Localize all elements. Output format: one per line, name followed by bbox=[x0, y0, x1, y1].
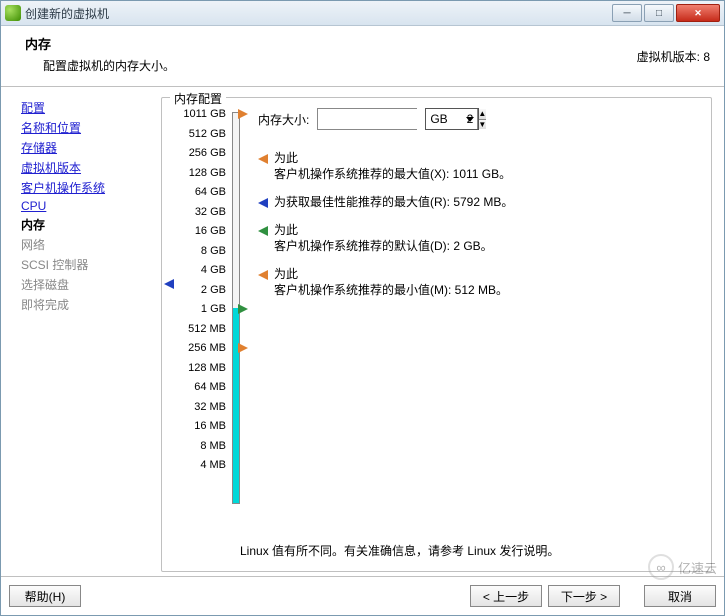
memory-config-panel: 1011 GB 512 GB 256 GB 128 GB 64 GB 32 GB… bbox=[161, 97, 712, 572]
step-config[interactable]: 配置 bbox=[21, 99, 161, 116]
rec-min: 为此 客户机操作系统推荐的最小值(M): 512 MB。 bbox=[258, 266, 699, 298]
button-bar: 帮助(H) < 上一步 下一步 > 取消 bbox=[1, 576, 724, 615]
page-description: 配置虚拟机的内存大小。 bbox=[25, 57, 175, 74]
step-cpu[interactable]: CPU bbox=[21, 199, 161, 213]
rec-max: 为此 客户机操作系统推荐的最大值(X): 1011 GB。 bbox=[258, 150, 699, 182]
step-finish: 即将完成 bbox=[21, 296, 161, 313]
rec-best: 为获取最佳性能推荐的最大值(R): 5792 MB。 bbox=[258, 194, 699, 210]
memory-unit-select[interactable]: GB bbox=[425, 108, 479, 130]
slider-fill bbox=[233, 308, 239, 503]
maximize-button[interactable]: □ bbox=[644, 4, 674, 22]
step-network: 网络 bbox=[21, 236, 161, 253]
memory-size-row: 内存大小: ▲ ▼ GB bbox=[258, 108, 699, 130]
marker-min-icon bbox=[238, 342, 248, 356]
next-button[interactable]: 下一步 > bbox=[548, 585, 620, 607]
step-disk: 选择磁盘 bbox=[21, 276, 161, 293]
cancel-button[interactable]: 取消 bbox=[644, 585, 716, 607]
triangle-blue-icon bbox=[258, 198, 268, 208]
close-button[interactable]: ✕ bbox=[676, 4, 720, 22]
linux-note: Linux 值有所不同。有关准确信息，请参考 Linux 发行说明。 bbox=[240, 542, 559, 559]
help-button[interactable]: 帮助(H) bbox=[9, 585, 81, 607]
step-vm-version[interactable]: 虚拟机版本 bbox=[21, 159, 161, 176]
memory-size-label: 内存大小: bbox=[258, 111, 309, 128]
step-storage[interactable]: 存储器 bbox=[21, 139, 161, 156]
rec-default: 为此 客户机操作系统推荐的默认值(D): 2 GB。 bbox=[258, 222, 699, 254]
step-guest-os[interactable]: 客户机操作系统 bbox=[21, 179, 161, 196]
marker-best-icon bbox=[164, 278, 174, 292]
slider-tick-labels: 1011 GB 512 GB 256 GB 128 GB 64 GB 32 GB… bbox=[183, 108, 226, 479]
step-scsi: SCSI 控制器 bbox=[21, 256, 161, 273]
memory-config-right: 内存大小: ▲ ▼ GB bbox=[246, 108, 699, 516]
wizard-window: 创建新的虚拟机 ─ □ ✕ 内存 配置虚拟机的内存大小。 虚拟机版本: 8 配置… bbox=[0, 0, 725, 616]
back-button[interactable]: < 上一步 bbox=[470, 585, 542, 607]
window-controls: ─ □ ✕ bbox=[612, 4, 720, 22]
step-name-location[interactable]: 名称和位置 bbox=[21, 119, 161, 136]
minimize-button[interactable]: ─ bbox=[612, 4, 642, 22]
triangle-orange-icon bbox=[258, 270, 268, 280]
content-area: 配置 名称和位置 存储器 虚拟机版本 客户机操作系统 CPU 内存 网络 SCS… bbox=[1, 87, 724, 576]
app-icon bbox=[5, 5, 21, 21]
vm-version-label: 虚拟机版本: 8 bbox=[637, 34, 714, 74]
step-memory: 内存 bbox=[21, 216, 161, 233]
wizard-steps: 配置 名称和位置 存储器 虚拟机版本 客户机操作系统 CPU 内存 网络 SCS… bbox=[21, 97, 161, 572]
memory-size-spinner[interactable]: ▲ ▼ bbox=[317, 108, 417, 130]
marker-default-icon bbox=[238, 303, 248, 317]
memory-slider[interactable]: 1011 GB 512 GB 256 GB 128 GB 64 GB 32 GB… bbox=[174, 108, 246, 516]
marker-max-icon bbox=[238, 108, 248, 122]
wizard-header: 内存 配置虚拟机的内存大小。 虚拟机版本: 8 bbox=[1, 26, 724, 87]
triangle-green-icon bbox=[258, 226, 268, 236]
titlebar: 创建新的虚拟机 ─ □ ✕ bbox=[1, 1, 724, 26]
window-title: 创建新的虚拟机 bbox=[25, 5, 612, 22]
page-title: 内存 bbox=[25, 34, 175, 53]
triangle-orange-icon bbox=[258, 154, 268, 164]
